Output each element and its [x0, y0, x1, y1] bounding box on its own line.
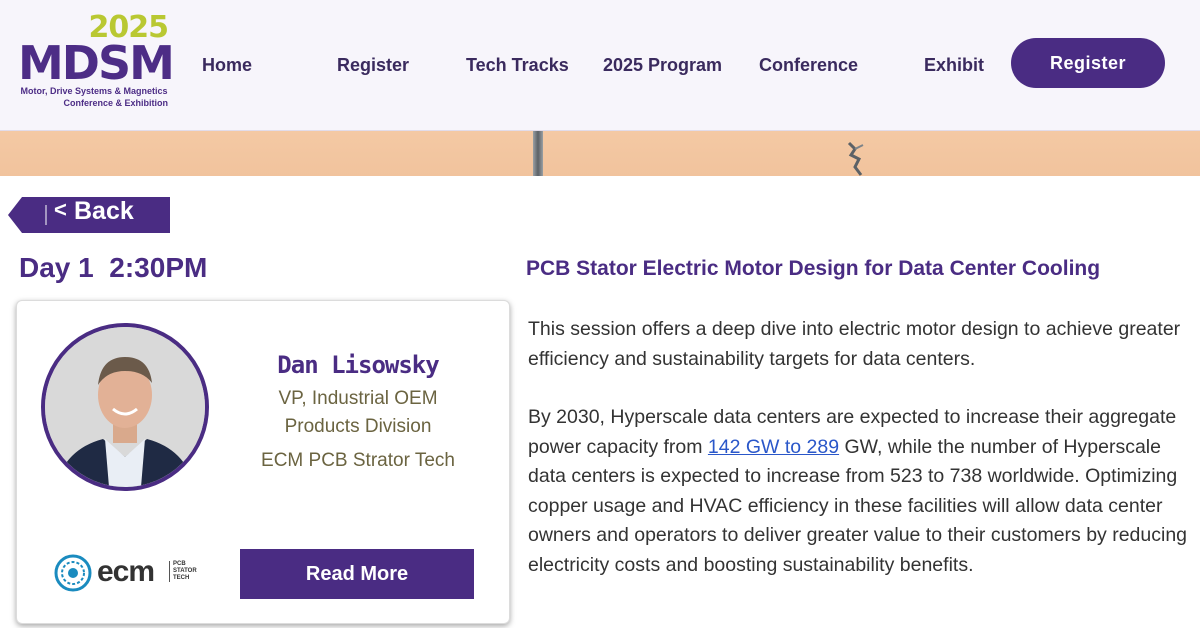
chevron-left-icon: <	[54, 197, 67, 222]
nav-tech-tracks[interactable]: Tech Tracks	[466, 55, 569, 76]
speaker-title: VP, Industrial OEM Products Division	[278, 388, 438, 437]
back-button[interactable]: < Back	[8, 197, 170, 233]
session-title: PCB Stator Electric Motor Design for Dat…	[526, 257, 1101, 280]
nav-exhibit[interactable]: Exhibit	[924, 55, 984, 76]
ecm-logo-text: ecm	[97, 555, 155, 588]
site-header: 2025 MDSM Motor, Drive Systems & Magneti…	[0, 0, 1200, 131]
banner-object-graphic	[847, 141, 864, 176]
nav-register[interactable]: Register	[337, 55, 409, 76]
ecm-sub-stator: STATOR	[173, 568, 197, 574]
ecm-stator-icon	[54, 554, 92, 592]
ecm-sub-tech: TECH	[173, 575, 190, 581]
capacity-link[interactable]: 142 GW to 289	[708, 436, 839, 458]
read-more-button[interactable]: Read More	[240, 549, 474, 599]
nav-home[interactable]: Home	[202, 55, 252, 76]
nav-conference[interactable]: Conference	[759, 55, 858, 76]
ecm-sub-pcb: PCB	[173, 561, 186, 567]
logo-name: MDSM	[18, 36, 175, 90]
session-description-1: This session offers a deep dive into ele…	[528, 318, 1181, 370]
hero-banner	[0, 131, 1200, 176]
banner-pole-graphic	[533, 131, 543, 176]
session-time: Day 1 2:30PM	[19, 252, 208, 283]
nav-2025-program[interactable]: 2025 Program	[603, 55, 722, 76]
register-button[interactable]: Register	[1011, 38, 1165, 88]
ecm-logo-icon: ecm PCB STATOR TECH	[53, 553, 197, 593]
speaker-card: Dan Lisowsky VP, Industrial OEM Products…	[16, 300, 510, 624]
speaker-company: ECM PCB Strator Tech	[261, 450, 455, 471]
speaker-photo	[45, 327, 205, 487]
logo-subtitle: Motor, Drive Systems & Magnetics	[20, 86, 168, 96]
back-label: Back	[74, 197, 134, 225]
ecm-logo-subtext: PCB STATOR TECH	[169, 561, 197, 582]
logo-subtitle-2: Conference & Exhibition	[63, 98, 168, 108]
mdsm-logo[interactable]: 2025 MDSM Motor, Drive Systems & Magneti…	[14, 10, 175, 115]
speaker-name: Dan Lisowsky	[277, 351, 439, 379]
session-description-2: By 2030, Hyperscale data centers are exp…	[528, 403, 1196, 580]
speaker-avatar	[41, 323, 209, 491]
